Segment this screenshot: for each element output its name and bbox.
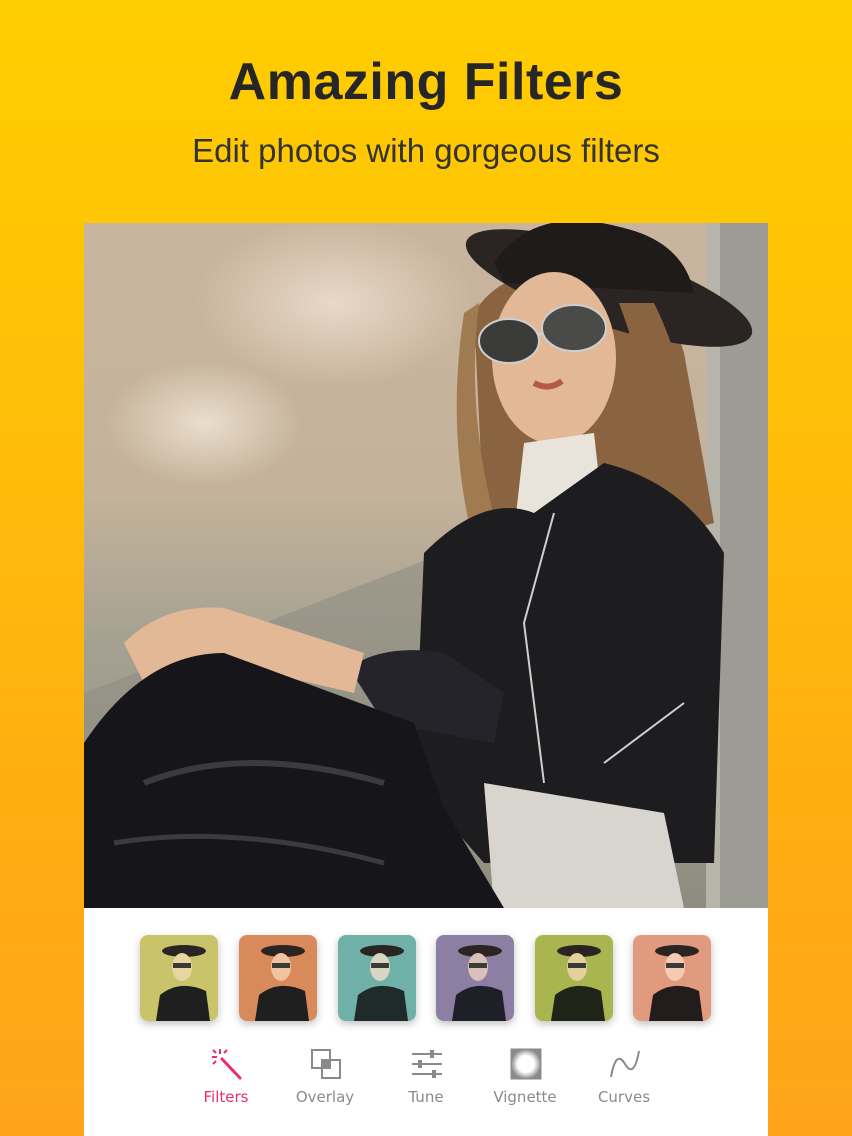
filter-thumbnail-3[interactable] bbox=[338, 935, 416, 1021]
magic-wand-icon bbox=[212, 1049, 242, 1080]
tool-overlay-label: Overlay bbox=[295, 1088, 355, 1106]
tool-tune-label: Tune bbox=[408, 1088, 444, 1106]
woman-portrait-illustration bbox=[84, 223, 768, 908]
tool-filters[interactable]: Filters bbox=[181, 1045, 271, 1115]
editor-card: Filters Overlay Tune Vignette Curves bbox=[84, 223, 768, 1136]
tool-filters-label: Filters bbox=[203, 1088, 249, 1106]
tool-overlay[interactable]: Overlay bbox=[280, 1045, 370, 1115]
headline: Amazing Filters bbox=[228, 53, 624, 111]
thumbnail-4-image bbox=[436, 935, 514, 1021]
editor-toolbar: Filters Overlay Tune Vignette Curves bbox=[84, 1045, 768, 1115]
filter-thumbnail-6[interactable] bbox=[633, 935, 711, 1021]
tool-curves-label: Curves bbox=[597, 1088, 651, 1106]
tool-curves[interactable]: Curves bbox=[579, 1045, 669, 1115]
filter-thumbnail-4[interactable] bbox=[436, 935, 514, 1021]
subheadline: Edit photos with gorgeous filters bbox=[192, 132, 660, 169]
overlay-squares-icon bbox=[311, 1049, 341, 1079]
thumbnail-1-image bbox=[140, 935, 218, 1021]
filter-thumbnail-strip bbox=[84, 935, 768, 1023]
filter-thumbnail-1[interactable] bbox=[140, 935, 218, 1021]
thumbnail-6-image bbox=[633, 935, 711, 1021]
filter-thumbnail-2[interactable] bbox=[239, 935, 317, 1021]
tool-tune[interactable]: Tune bbox=[381, 1045, 471, 1115]
filter-thumbnail-5[interactable] bbox=[535, 935, 613, 1021]
tool-vignette[interactable]: Vignette bbox=[480, 1045, 570, 1115]
edited-photo bbox=[84, 223, 768, 908]
thumbnail-2-image bbox=[239, 935, 317, 1021]
thumbnail-5-image bbox=[535, 935, 613, 1021]
sliders-icon bbox=[412, 1050, 442, 1078]
thumbnail-3-image bbox=[338, 935, 416, 1021]
tool-vignette-label: Vignette bbox=[493, 1088, 557, 1106]
vignette-icon bbox=[510, 1048, 542, 1080]
curve-icon bbox=[610, 1050, 640, 1078]
